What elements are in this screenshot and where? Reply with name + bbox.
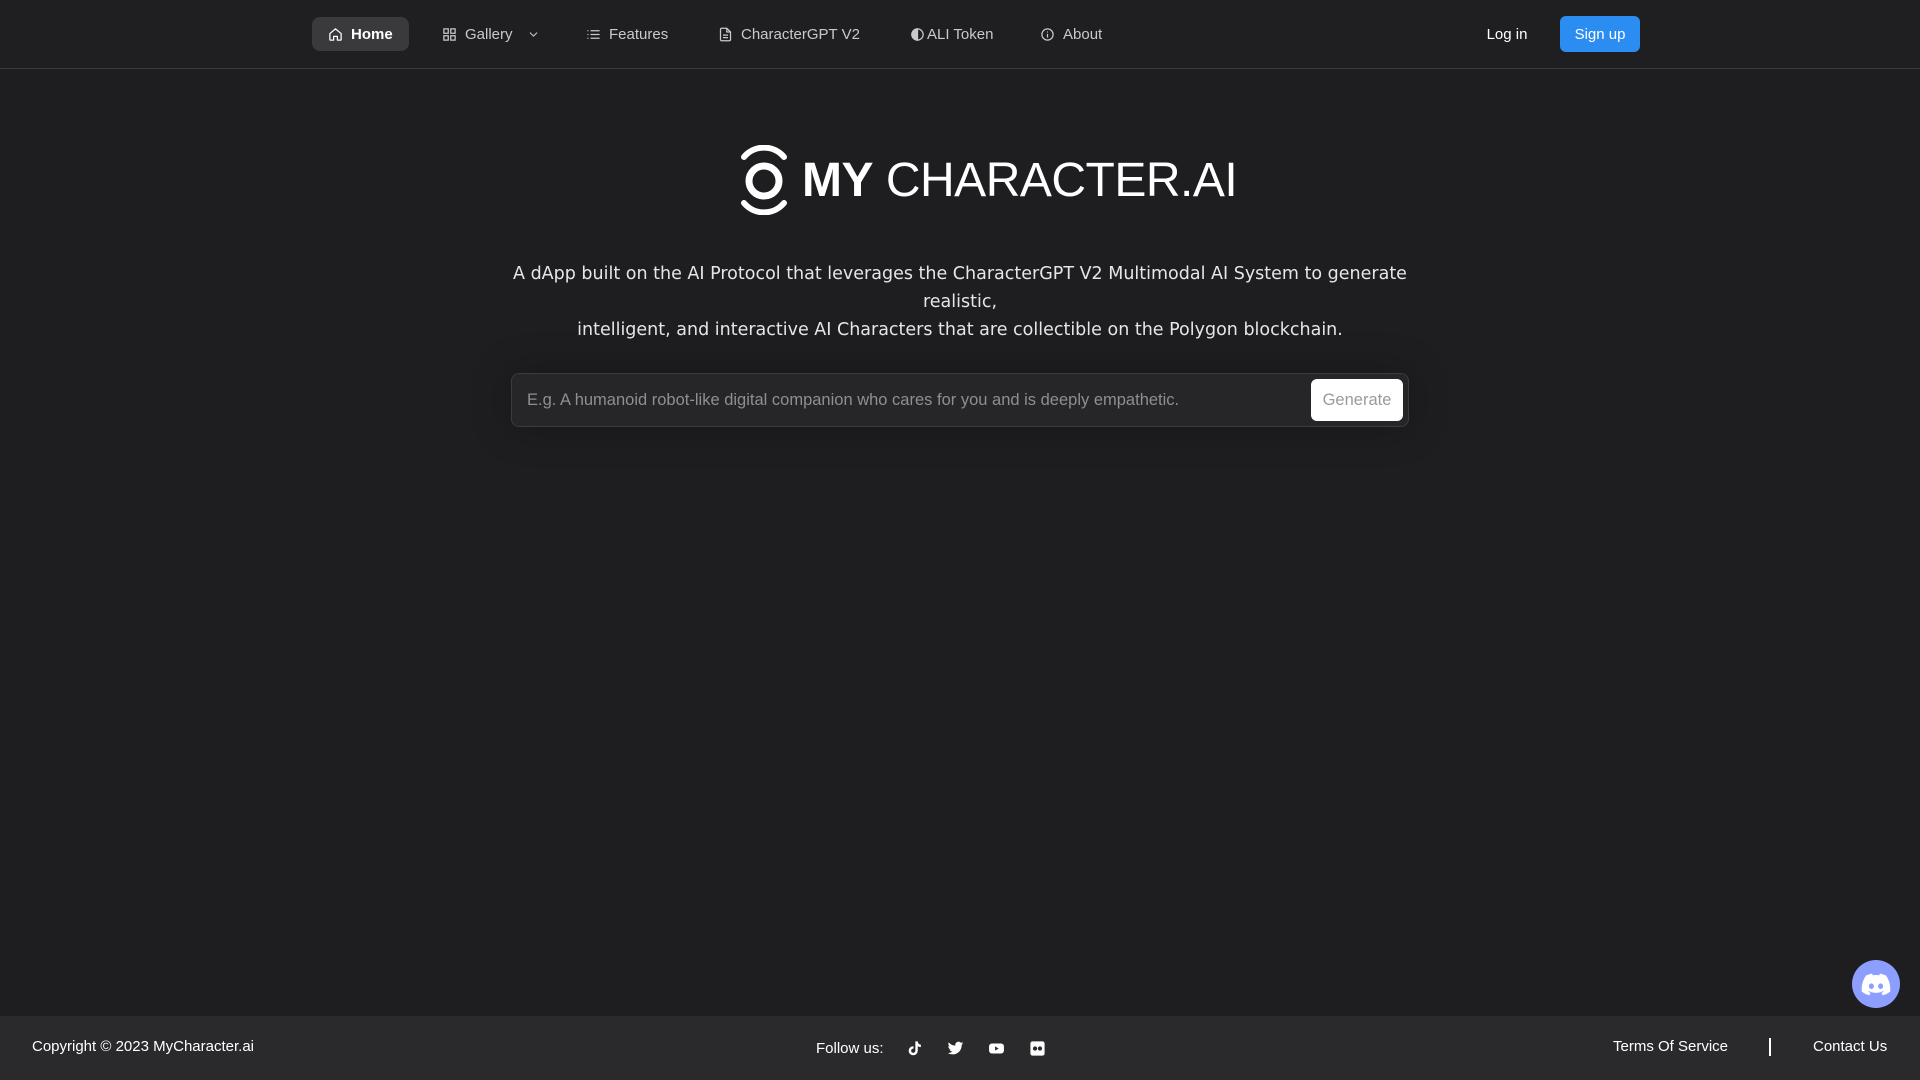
- document-icon: [719, 27, 732, 41]
- nav-about[interactable]: About: [1024, 17, 1118, 51]
- follow-us-label: Follow us:: [816, 1039, 884, 1057]
- twitter-icon: [947, 1041, 963, 1054]
- generate-form: Generate: [511, 373, 1409, 427]
- contact-us-link[interactable]: Contact Us: [1813, 1038, 1887, 1055]
- home-icon: [329, 27, 342, 41]
- grid-icon: [443, 27, 456, 41]
- logo-wordmark: MY CHARACTER.AI: [802, 153, 1238, 208]
- tiktok-icon: [908, 1040, 921, 1055]
- flickr-icon: [1029, 1040, 1045, 1056]
- nav-gallery[interactable]: Gallery: [426, 17, 556, 51]
- logo-wordmark-bold: MY: [802, 153, 874, 207]
- tiktok-link[interactable]: [894, 1038, 935, 1058]
- youtube-link[interactable]: [976, 1038, 1017, 1058]
- copyright-text: Copyright © 2023 MyCharacter.ai: [32, 1038, 254, 1055]
- top-navigation: Home Gallery Features CharacterGPT V2 AL…: [0, 0, 1920, 69]
- nav-home-label: Home: [351, 25, 393, 43]
- hero-description-line-2: intelligent, and interactive AI Characte…: [577, 320, 1343, 340]
- hero-description: A dApp built on the AI Protocol that lev…: [480, 260, 1440, 344]
- logo-wordmark-rest: CHARACTER.AI: [885, 153, 1238, 207]
- flickr-link[interactable]: [1017, 1038, 1058, 1058]
- twitter-link[interactable]: [935, 1038, 976, 1058]
- footer: Copyright © 2023 MyCharacter.ai Follow u…: [0, 1016, 1920, 1080]
- footer-divider: [1769, 1038, 1771, 1056]
- info-icon: [1041, 27, 1054, 41]
- character-prompt-input[interactable]: [512, 374, 1302, 426]
- half-circle-icon: [911, 27, 924, 41]
- login-button[interactable]: Log in: [1474, 17, 1540, 51]
- nav-ali-token-label: ALI Token: [927, 25, 994, 43]
- nav-about-label: About: [1063, 25, 1103, 43]
- hero-description-line-1: A dApp built on the AI Protocol that lev…: [513, 264, 1407, 312]
- nav-charactergpt[interactable]: CharacterGPT V2: [702, 17, 876, 51]
- discord-button[interactable]: [1852, 960, 1900, 1008]
- chevron-down-icon: [529, 31, 537, 37]
- nav-gallery-label: Gallery: [465, 25, 513, 43]
- list-icon: [587, 29, 600, 39]
- nav-charactergpt-label: CharacterGPT V2: [741, 25, 860, 43]
- nav-features-label: Features: [609, 25, 669, 43]
- nav-home[interactable]: Home: [312, 17, 409, 51]
- logo-mark-icon: [741, 145, 787, 215]
- signup-button[interactable]: Sign up: [1560, 16, 1640, 52]
- youtube-icon: [988, 1043, 1004, 1053]
- generate-button[interactable]: Generate: [1311, 379, 1403, 421]
- nav-features[interactable]: Features: [570, 17, 684, 51]
- social-links: Follow us:: [816, 1038, 1058, 1058]
- nav-ali-token[interactable]: ALI Token: [894, 17, 1009, 51]
- discord-icon: [1861, 973, 1891, 996]
- terms-of-service-link[interactable]: Terms Of Service: [1613, 1038, 1728, 1055]
- logo: MY CHARACTER.AI: [738, 145, 1238, 215]
